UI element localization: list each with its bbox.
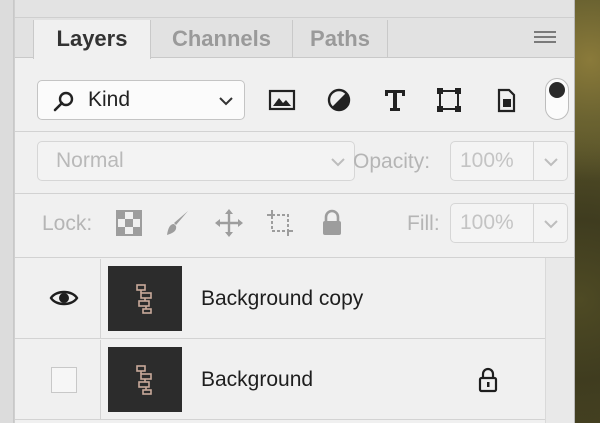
divider — [15, 193, 574, 194]
adjustment-layer-icon[interactable] — [325, 86, 353, 114]
visibility-cell[interactable] — [15, 259, 101, 339]
layers-scrollbar[interactable] — [545, 258, 574, 423]
lock-transparent-pixels-icon[interactable] — [114, 208, 144, 238]
layer-row-background[interactable]: Background — [15, 340, 545, 420]
opacity-label: Opacity: — [353, 150, 431, 173]
visibility-toggle[interactable] — [51, 367, 77, 393]
opacity-dropdown-button[interactable] — [534, 141, 568, 181]
divider — [15, 257, 574, 258]
blend-mode-select[interactable]: Normal — [37, 141, 355, 181]
adjacent-panel-edge — [0, 0, 14, 423]
tab-paths[interactable]: Paths — [293, 20, 388, 58]
blend-mode-value: Normal — [56, 149, 124, 172]
fill-value: 100% — [460, 211, 514, 234]
tab-layers[interactable]: Layers — [33, 20, 151, 59]
thumbnail-glyph-icon — [136, 284, 152, 314]
lock-image-pixels-icon[interactable] — [162, 208, 192, 238]
layer-name[interactable]: Background — [201, 340, 313, 420]
pixel-image-icon[interactable] — [268, 86, 296, 114]
lock-all-icon[interactable] — [317, 208, 347, 238]
fill-input[interactable]: 100% — [450, 203, 534, 243]
panel-top-strip — [15, 0, 574, 18]
tab-channels[interactable]: Channels — [151, 20, 293, 58]
chevron-down-icon — [544, 158, 558, 167]
chevron-down-icon — [544, 220, 558, 229]
chevron-down-icon — [331, 158, 345, 167]
layer-name[interactable]: Background copy — [201, 259, 363, 339]
hamburger-menu-icon[interactable] — [534, 31, 556, 45]
filter-kind-label: Kind — [88, 88, 131, 111]
visibility-cell[interactable] — [15, 340, 101, 420]
divider — [15, 131, 574, 132]
layer-locked-icon[interactable] — [477, 367, 499, 393]
fill-label: Fill: — [407, 212, 440, 235]
layer-thumbnail — [108, 347, 182, 412]
filter-kind-select[interactable]: Kind — [37, 80, 245, 120]
lock-position-icon[interactable] — [214, 208, 244, 238]
filter-toggle[interactable] — [545, 78, 569, 120]
layer-row-background-copy[interactable]: Background copy — [15, 259, 545, 339]
opacity-input[interactable]: 100% — [450, 141, 534, 181]
smart-object-icon[interactable] — [492, 86, 520, 114]
thumbnail-glyph-icon — [136, 365, 152, 395]
lock-artboard-icon[interactable] — [265, 208, 295, 238]
opacity-value: 100% — [460, 149, 514, 172]
panel-tab-bar: Layers Channels Paths — [15, 18, 574, 59]
magnifier-icon — [53, 91, 74, 112]
chevron-down-icon — [219, 97, 233, 106]
layer-thumbnail — [108, 266, 182, 331]
fill-dropdown-button[interactable] — [534, 203, 568, 243]
shape-layer-icon[interactable] — [435, 86, 463, 114]
type-layer-icon[interactable] — [381, 86, 409, 114]
layers-panel: Layers Channels Paths Kind Normal Opacit… — [14, 0, 575, 423]
lock-label: Lock: — [42, 212, 93, 235]
eye-icon[interactable] — [49, 287, 79, 309]
